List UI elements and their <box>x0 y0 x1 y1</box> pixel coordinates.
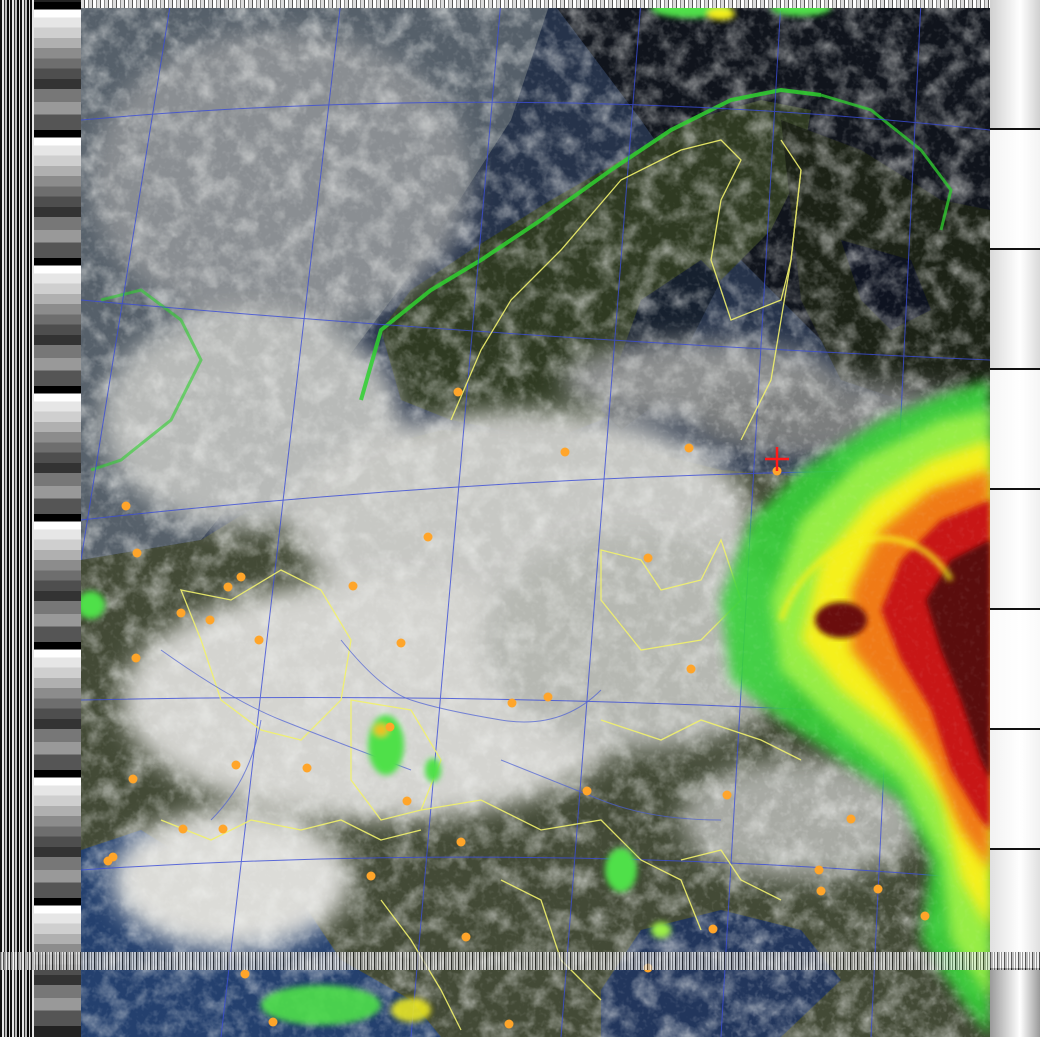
city-dot <box>254 635 264 645</box>
satellite-map <box>81 0 990 1037</box>
city-dot <box>236 572 246 582</box>
telemetry-block <box>990 130 1040 250</box>
top-noise-bar <box>81 0 990 8</box>
city-dot <box>128 774 138 784</box>
telemetry-tick <box>990 608 1040 610</box>
city-dot <box>121 501 131 511</box>
city-dot <box>560 447 570 457</box>
telemetry-tick <box>990 848 1040 850</box>
city-dot <box>423 532 433 542</box>
telemetry-block <box>990 250 1040 370</box>
bottom-noise-band <box>0 952 1040 970</box>
telemetry-tick <box>990 728 1040 730</box>
city-dot <box>816 886 826 896</box>
city-dot <box>385 722 395 732</box>
storm-system <box>701 380 990 1037</box>
city-dot <box>132 548 142 558</box>
telemetry-block <box>990 370 1040 490</box>
city-dot <box>920 911 930 921</box>
city-dot <box>453 387 463 397</box>
calibration-wedge <box>34 2 81 130</box>
calibration-wedge-strip <box>34 0 81 1037</box>
city-dot <box>708 924 718 934</box>
city-dot <box>543 692 553 702</box>
telemetry-block <box>990 610 1040 730</box>
city-dot <box>366 871 376 881</box>
city-dot <box>268 1017 278 1027</box>
city-dot <box>684 443 694 453</box>
calibration-wedge <box>34 642 81 770</box>
storm-speckle <box>701 380 990 1037</box>
satellite-image <box>0 0 1040 1037</box>
city-dot <box>504 1019 514 1029</box>
telemetry-block <box>990 730 1040 850</box>
city-dot <box>873 884 883 894</box>
city-dot <box>846 814 856 824</box>
calibration-wedge <box>34 258 81 386</box>
city-dot <box>582 786 592 796</box>
city-dot <box>223 582 233 592</box>
city-dot <box>686 664 696 674</box>
city-dot <box>507 698 517 708</box>
calibration-wedge <box>34 514 81 642</box>
city-dot <box>643 553 653 563</box>
city-dot <box>456 837 466 847</box>
city-dot <box>722 790 732 800</box>
telemetry-tick <box>990 128 1040 130</box>
telemetry-strip-right <box>990 0 1040 1037</box>
telemetry-block <box>990 490 1040 610</box>
telemetry-tick <box>990 368 1040 370</box>
city-dot <box>218 824 228 834</box>
telemetry-block <box>990 970 1040 1037</box>
calibration-wedge <box>34 386 81 514</box>
city-dot <box>178 824 188 834</box>
city-dot <box>814 865 824 875</box>
city-dot <box>176 608 186 618</box>
city-dot <box>131 653 141 663</box>
telemetry-tick <box>990 488 1040 490</box>
sync-strip-left <box>0 0 34 1037</box>
telemetry-tick <box>990 248 1040 250</box>
city-dot <box>348 581 358 591</box>
calibration-wedge <box>34 770 81 898</box>
city-dot <box>402 796 412 806</box>
telemetry-block <box>990 0 1040 130</box>
city-dot <box>103 856 113 866</box>
city-dot <box>231 760 241 770</box>
city-dot <box>461 932 471 942</box>
city-dot <box>396 638 406 648</box>
city-dot <box>302 763 312 773</box>
city-dot <box>240 969 250 979</box>
city-dot <box>205 615 215 625</box>
calibration-wedge <box>34 130 81 258</box>
